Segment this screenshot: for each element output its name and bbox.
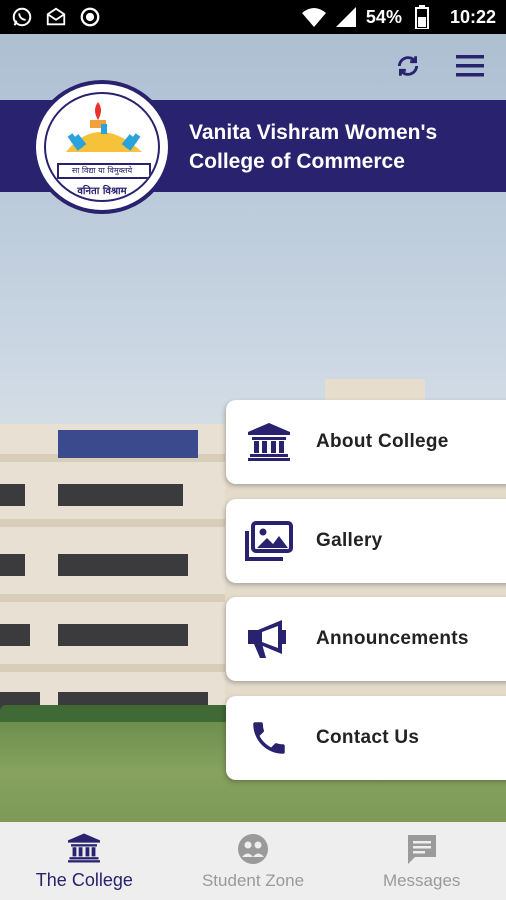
student-zone-icon [235,831,271,867]
college-logo: सा विद्या या विमुक्तये वनिता विश्राम [32,80,172,214]
institution-icon [66,830,102,866]
battery-icon [410,5,434,29]
menu-card-announcements[interactable]: Announcements [226,597,506,681]
menu-card-label: Announcements [316,628,469,649]
refresh-icon[interactable] [392,50,424,82]
top-actions [392,50,486,82]
menu-card-about-college[interactable]: About College [226,400,506,484]
logo-motto: सा विद्या या विमुक्तये [71,166,133,175]
status-bar: 54% 10:22 [0,0,506,34]
nav-messages[interactable]: Messages [337,822,506,900]
nav-label: The College [35,870,133,890]
building-sign [58,430,198,458]
nav-student-zone[interactable]: Student Zone [169,822,338,900]
whatsapp-icon [10,5,34,29]
signal-icon [334,5,358,29]
record-icon [78,5,102,29]
message-icon [404,831,440,867]
phone-icon [244,716,294,760]
logo-title: वनिता विश्राम [77,186,127,197]
menu-card-label: Contact Us [316,727,420,748]
wifi-icon [301,5,326,29]
nav-the-college[interactable]: The College [0,822,169,900]
college-name-line1: Vanita Vishram Women's [189,121,438,144]
menu-icon[interactable] [454,50,486,82]
college-name: Vanita Vishram Women's College of Commer… [189,118,499,176]
menu-card-contact-us[interactable]: Contact Us [226,696,506,780]
institution-icon [244,420,294,464]
bottom-nav: The College Student Zone Messages [0,822,506,900]
nav-label: Student Zone [201,871,305,890]
gallery-icon [244,519,294,563]
menu-card-label: About College [316,431,449,452]
battery-percent: 54% [365,6,402,27]
clock: 10:22 [449,6,496,27]
nav-label: Messages [382,871,461,890]
college-name-line2: College of Commerce [189,150,405,173]
mail-icon [44,5,68,29]
megaphone-icon [244,617,294,661]
menu-card-label: Gallery [316,530,383,551]
menu-card-gallery[interactable]: Gallery [226,499,506,583]
building-left [0,424,225,724]
